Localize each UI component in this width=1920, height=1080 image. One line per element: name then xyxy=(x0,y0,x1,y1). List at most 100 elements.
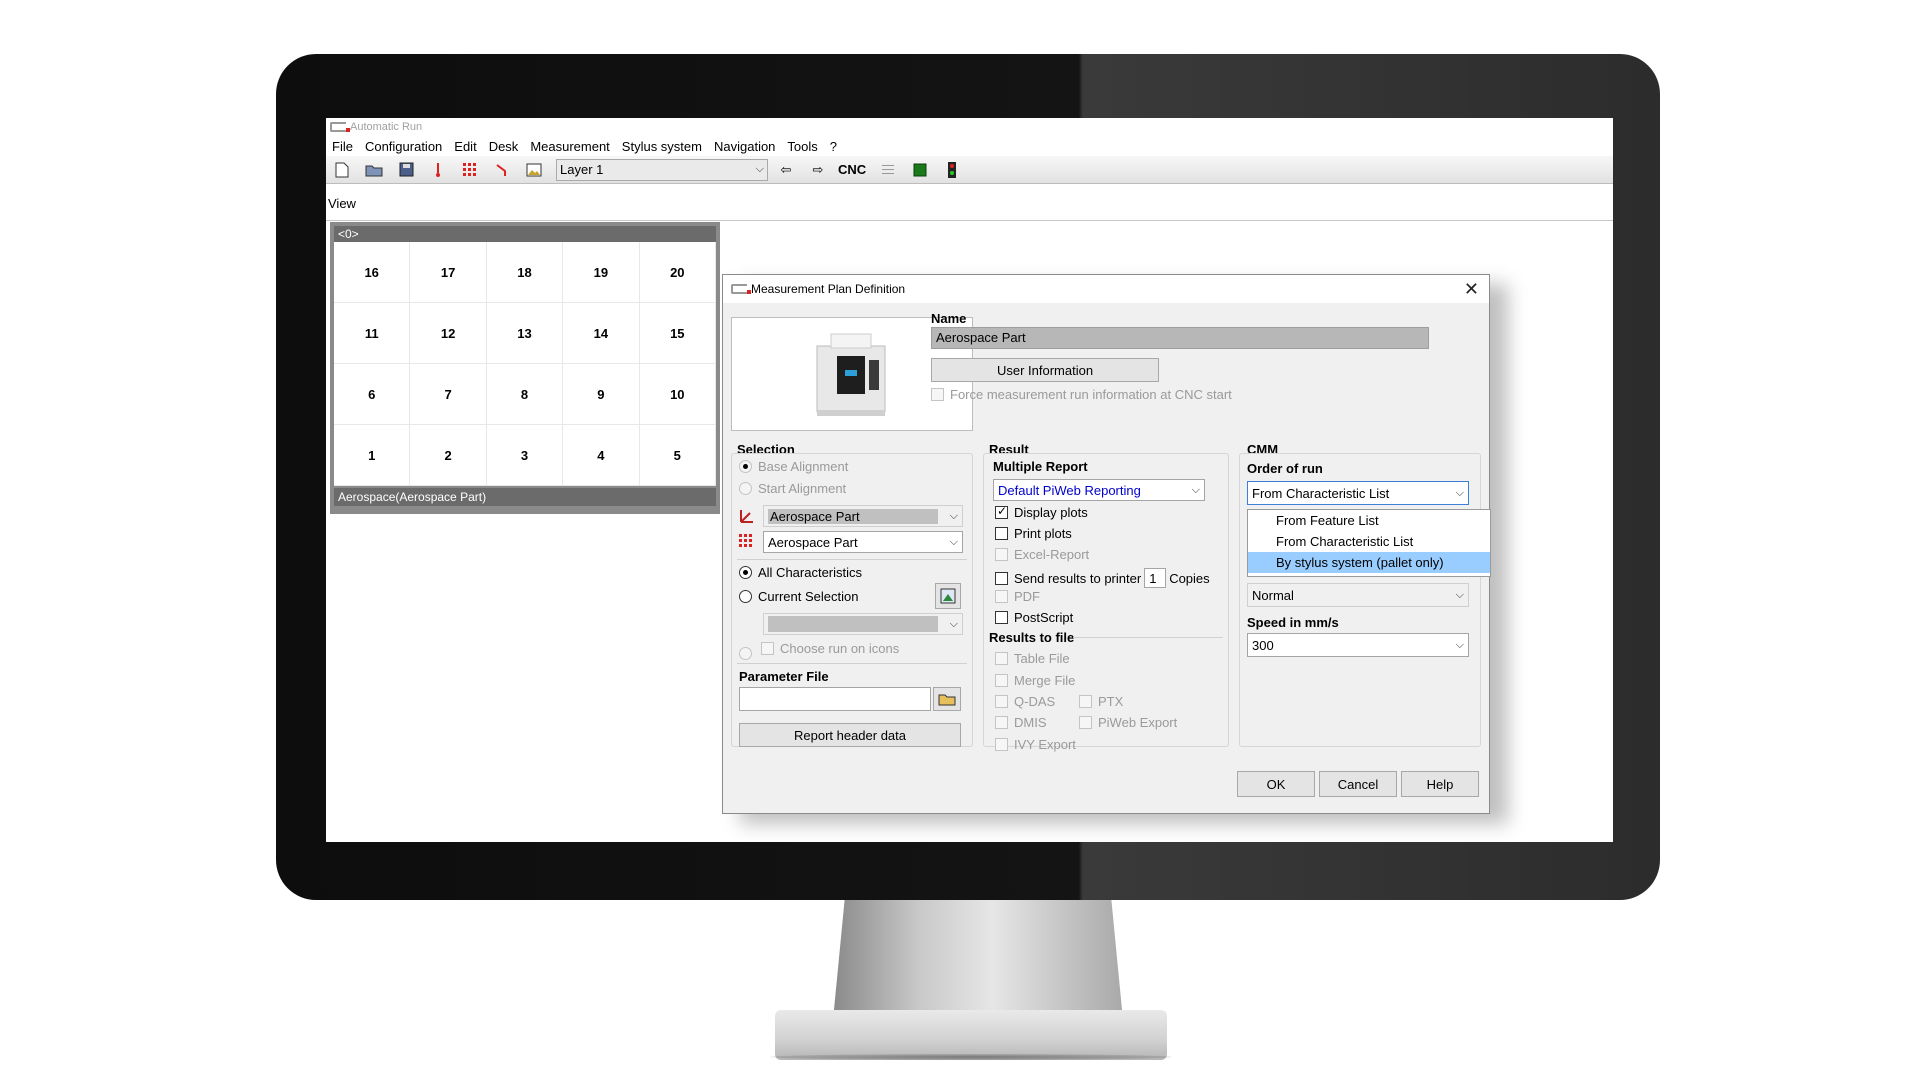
print-plots-checkbox[interactable] xyxy=(995,527,1008,540)
excel-report-checkbox[interactable] xyxy=(995,548,1008,561)
pallet-cell[interactable]: 18 xyxy=(486,242,564,303)
send-to-printer-row[interactable]: Send results to printer 1 Copies xyxy=(995,568,1210,588)
pallet-cell[interactable]: 4 xyxy=(563,425,640,486)
run-mode-select[interactable]: Normal ⌵ xyxy=(1247,583,1469,607)
feature-select[interactable]: Aerospace Part ⌵ xyxy=(763,531,963,553)
pallet-cell[interactable]: 9 xyxy=(563,364,640,425)
excel-report-row[interactable]: Excel-Report xyxy=(995,547,1089,562)
cancel-button[interactable]: Cancel xyxy=(1319,771,1397,797)
postscript-row[interactable]: PostScript xyxy=(995,610,1073,625)
menu-desk[interactable]: Desk xyxy=(483,139,525,154)
menu-file[interactable]: File xyxy=(326,139,359,154)
pallet-cell[interactable]: 8 xyxy=(486,364,564,425)
probe-icon[interactable] xyxy=(426,159,450,181)
arrow-right-icon[interactable]: ⇨ xyxy=(806,159,830,181)
ptx-checkbox[interactable] xyxy=(1079,695,1092,708)
picture-icon[interactable] xyxy=(522,159,546,181)
qdas-row[interactable]: Q-DAS xyxy=(995,694,1055,709)
merge-file-row[interactable]: Merge File xyxy=(995,673,1075,688)
current-selection-row[interactable]: Current Selection xyxy=(739,589,858,604)
pallet-cell[interactable]: 2 xyxy=(410,425,487,486)
pallet-cell[interactable]: 1 xyxy=(334,425,411,486)
piweb-export-row[interactable]: PiWeb Export xyxy=(1079,715,1177,730)
report-header-data-button[interactable]: Report header data xyxy=(739,723,961,747)
user-information-button[interactable]: User Information xyxy=(931,358,1159,382)
alignment-select[interactable]: Aerospace Part ⌵ xyxy=(763,505,963,527)
dmis-row[interactable]: DMIS xyxy=(995,715,1047,730)
custom-selection-radio[interactable] xyxy=(739,647,752,661)
pallet-cell[interactable]: 13 xyxy=(486,303,564,364)
report-select[interactable]: Default PiWeb Reporting ⌵ xyxy=(993,479,1205,501)
menu-edit[interactable]: Edit xyxy=(448,139,482,154)
name-field[interactable]: Aerospace Part xyxy=(931,327,1429,349)
arrow-left-icon[interactable]: ⇦ xyxy=(774,159,798,181)
path-arrow-icon[interactable] xyxy=(490,159,514,181)
choose-run-on-icons-checkbox[interactable] xyxy=(761,642,774,655)
browse-folder-icon[interactable] xyxy=(933,687,961,711)
display-plots-checkbox[interactable] xyxy=(995,504,1008,519)
qdas-checkbox[interactable] xyxy=(995,695,1008,708)
new-file-icon[interactable] xyxy=(330,159,354,181)
layer-select[interactable]: Layer 1 ⌵ xyxy=(556,158,768,181)
menu-navigation[interactable]: Navigation xyxy=(708,139,781,154)
ok-button[interactable]: OK xyxy=(1237,771,1315,797)
print-plots-row[interactable]: Print plots xyxy=(995,526,1072,541)
menu-stylus-system[interactable]: Stylus system xyxy=(616,139,708,154)
pallet-cell[interactable]: 3 xyxy=(486,425,564,486)
ivy-export-row[interactable]: IVY Export xyxy=(995,737,1076,752)
merge-file-checkbox[interactable] xyxy=(995,674,1008,687)
menu-tools[interactable]: Tools xyxy=(781,139,823,154)
copies-field[interactable]: 1 xyxy=(1144,568,1167,588)
speed-select[interactable]: 300 ⌵ xyxy=(1247,633,1469,657)
pallet-cell[interactable]: 10 xyxy=(639,364,716,425)
send-to-printer-checkbox[interactable] xyxy=(995,571,1008,585)
piweb-export-checkbox[interactable] xyxy=(1079,716,1092,729)
base-alignment-row[interactable]: Base Alignment xyxy=(739,459,848,474)
current-selection-radio[interactable] xyxy=(739,590,752,603)
menu-measurement[interactable]: Measurement xyxy=(524,139,615,154)
pallet-cell[interactable]: 19 xyxy=(563,242,640,303)
table-file-checkbox[interactable] xyxy=(995,652,1008,665)
custom-selection-select[interactable]: ⌵ xyxy=(763,613,963,635)
menu-help[interactable]: ? xyxy=(824,139,843,154)
pallet-cell[interactable]: 16 xyxy=(334,242,411,303)
save-icon[interactable] xyxy=(394,159,418,181)
dropdown-option[interactable]: From Feature List xyxy=(1248,510,1490,531)
pdf-checkbox[interactable] xyxy=(995,590,1008,603)
postscript-checkbox[interactable] xyxy=(995,611,1008,624)
list-icon[interactable] xyxy=(876,159,900,181)
all-characteristics-row[interactable]: All Characteristics xyxy=(739,565,862,580)
force-info-checkbox[interactable] xyxy=(931,388,944,401)
open-folder-icon[interactable] xyxy=(362,159,386,181)
all-characteristics-radio[interactable] xyxy=(739,566,752,579)
menu-configuration[interactable]: Configuration xyxy=(359,139,448,154)
pallet-cell[interactable]: 12 xyxy=(410,303,487,364)
pallet-cell[interactable]: 5 xyxy=(639,425,716,486)
pallet-cell[interactable]: 14 xyxy=(563,303,640,364)
dmis-checkbox[interactable] xyxy=(995,716,1008,729)
parameter-file-input[interactable] xyxy=(739,687,931,711)
base-alignment-radio[interactable] xyxy=(739,460,752,473)
cnc-button[interactable]: CNC xyxy=(838,162,866,177)
matrix-icon[interactable] xyxy=(908,159,932,181)
pdf-row[interactable]: PDF xyxy=(995,589,1040,604)
traffic-light-icon[interactable] xyxy=(940,159,964,181)
table-file-row[interactable]: Table File xyxy=(995,651,1070,666)
pallet-cell[interactable]: 6 xyxy=(334,364,411,425)
dropdown-option[interactable]: From Characteristic List xyxy=(1248,531,1490,552)
pallet-cell[interactable]: 11 xyxy=(334,303,411,364)
pallet-cell[interactable]: 20 xyxy=(639,242,716,303)
order-of-run-select[interactable]: From Characteristic List ⌵ xyxy=(1247,481,1469,505)
pallet-cell[interactable]: 17 xyxy=(410,242,487,303)
dropdown-option-selected[interactable]: By stylus system (pallet only) xyxy=(1248,552,1490,573)
help-button[interactable]: Help xyxy=(1401,771,1479,797)
selection-picker-icon[interactable] xyxy=(935,583,961,609)
pallet-grid-icon[interactable] xyxy=(458,159,482,181)
close-icon[interactable]: ✕ xyxy=(1464,279,1479,300)
ivy-export-checkbox[interactable] xyxy=(995,738,1008,751)
start-alignment-row[interactable]: Start Alignment xyxy=(739,481,846,496)
pallet-cell[interactable]: 15 xyxy=(639,303,716,364)
ptx-row[interactable]: PTX xyxy=(1079,694,1123,709)
pallet-cell[interactable]: 7 xyxy=(410,364,487,425)
choose-run-on-icons-row[interactable]: Choose run on icons xyxy=(761,641,899,656)
